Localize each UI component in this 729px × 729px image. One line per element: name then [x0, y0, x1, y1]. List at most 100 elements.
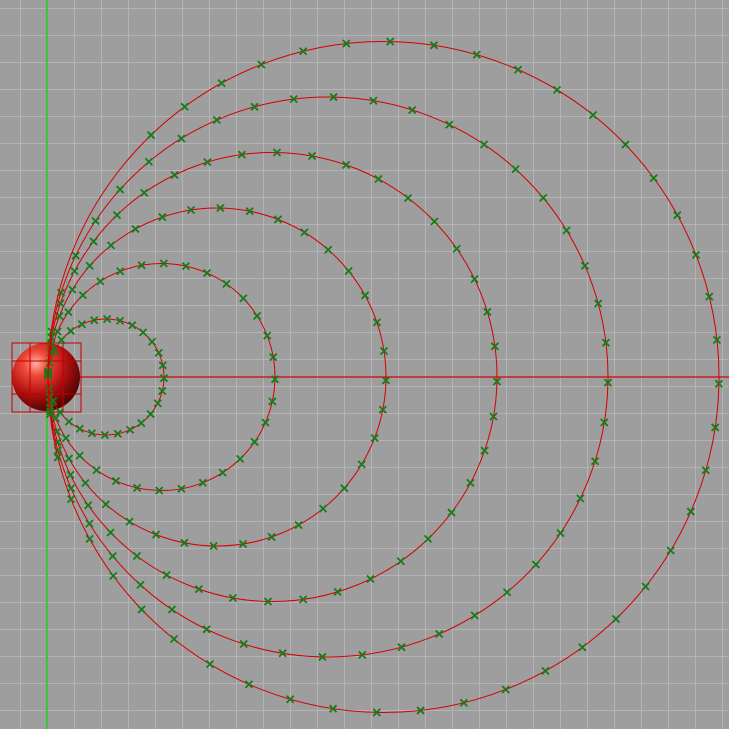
x-marker	[81, 478, 90, 488]
x-marker	[360, 291, 370, 300]
x-marker	[66, 495, 76, 504]
x-marker	[181, 262, 191, 271]
x-marker	[501, 685, 510, 694]
x-marker	[78, 291, 88, 300]
x-marker	[217, 79, 226, 88]
x-marker	[92, 465, 101, 475]
x-marker	[578, 643, 587, 652]
x-marker	[180, 102, 189, 111]
x-marker	[140, 188, 149, 197]
3d-viewport[interactable]	[0, 0, 729, 729]
x-marker	[68, 285, 77, 294]
x-marker	[621, 140, 630, 149]
x-marker	[66, 470, 75, 480]
x-marker	[268, 397, 277, 406]
x-marker	[158, 386, 167, 396]
x-marker	[261, 418, 270, 427]
x-marker	[154, 348, 163, 358]
x-marker	[84, 501, 93, 510]
x-marker	[108, 551, 117, 561]
x-marker	[96, 277, 105, 286]
x-marker	[66, 326, 75, 336]
x-marker	[318, 504, 328, 513]
x-marker	[85, 519, 94, 528]
x-marker	[300, 228, 309, 237]
x-marker	[273, 215, 283, 224]
x-marker	[87, 429, 97, 438]
x-marker	[218, 468, 227, 477]
x-marker	[590, 457, 600, 466]
x-marker	[89, 237, 98, 246]
x-marker	[430, 217, 439, 226]
x-marker	[203, 158, 212, 167]
x-marker	[170, 170, 179, 180]
x-marker	[101, 500, 110, 509]
x-marker	[673, 210, 682, 220]
x-marker	[125, 517, 134, 526]
x-marker	[64, 454, 74, 463]
x-marker	[257, 60, 266, 69]
x-marker	[641, 582, 650, 591]
x-marker	[286, 695, 295, 704]
x-marker	[341, 160, 351, 170]
x-marker	[408, 105, 417, 115]
x-marker	[177, 134, 186, 143]
x-marker	[466, 478, 475, 488]
x-marker	[513, 65, 523, 74]
x-marker	[701, 466, 710, 475]
x-marker	[344, 266, 353, 276]
x-marker	[470, 274, 479, 284]
x-marker	[666, 546, 675, 555]
x-marker	[705, 292, 714, 301]
x-marker	[70, 266, 79, 276]
x-marker	[136, 580, 145, 590]
x-marker	[611, 614, 621, 624]
x-marker	[252, 311, 262, 320]
x-marker	[580, 261, 590, 270]
x-marker	[91, 216, 100, 226]
x-marker	[250, 102, 259, 111]
x-marker	[138, 328, 148, 337]
x-marker	[691, 250, 701, 259]
x-marker	[194, 584, 204, 594]
x-marker	[686, 507, 695, 516]
x-marker	[483, 307, 492, 317]
x-marker	[146, 130, 156, 140]
x-marker	[169, 634, 179, 644]
x-marker	[151, 530, 161, 539]
x-marker	[366, 574, 375, 584]
x-marker	[106, 528, 115, 537]
x-marker	[267, 532, 276, 542]
x-marker	[539, 193, 548, 203]
viewport-scene[interactable]	[0, 0, 729, 729]
x-marker	[239, 639, 248, 649]
x-marker	[212, 115, 221, 125]
x-marker	[85, 261, 94, 270]
x-marker	[445, 120, 454, 129]
x-marker	[511, 164, 520, 174]
x-marker	[158, 212, 167, 222]
x-marker	[576, 494, 585, 503]
x-marker	[202, 625, 211, 634]
x-marker	[374, 174, 383, 184]
x-marker	[162, 570, 171, 580]
x-marker	[372, 318, 382, 327]
x-marker	[250, 437, 259, 447]
x-marker	[244, 680, 254, 689]
x-marker	[235, 454, 245, 463]
x-marker	[588, 110, 598, 120]
x-marker	[340, 484, 349, 493]
x-marker	[146, 409, 155, 419]
x-marker	[324, 245, 333, 254]
x-marker	[137, 418, 146, 428]
x-marker	[480, 446, 489, 455]
x-marker	[131, 224, 140, 234]
x-marker	[502, 588, 512, 597]
x-marker	[452, 244, 461, 253]
x-marker	[205, 660, 215, 669]
x-marker	[333, 587, 342, 596]
x-marker	[294, 520, 303, 530]
x-marker	[115, 185, 125, 194]
x-marker	[111, 476, 121, 486]
x-marker	[85, 534, 94, 544]
